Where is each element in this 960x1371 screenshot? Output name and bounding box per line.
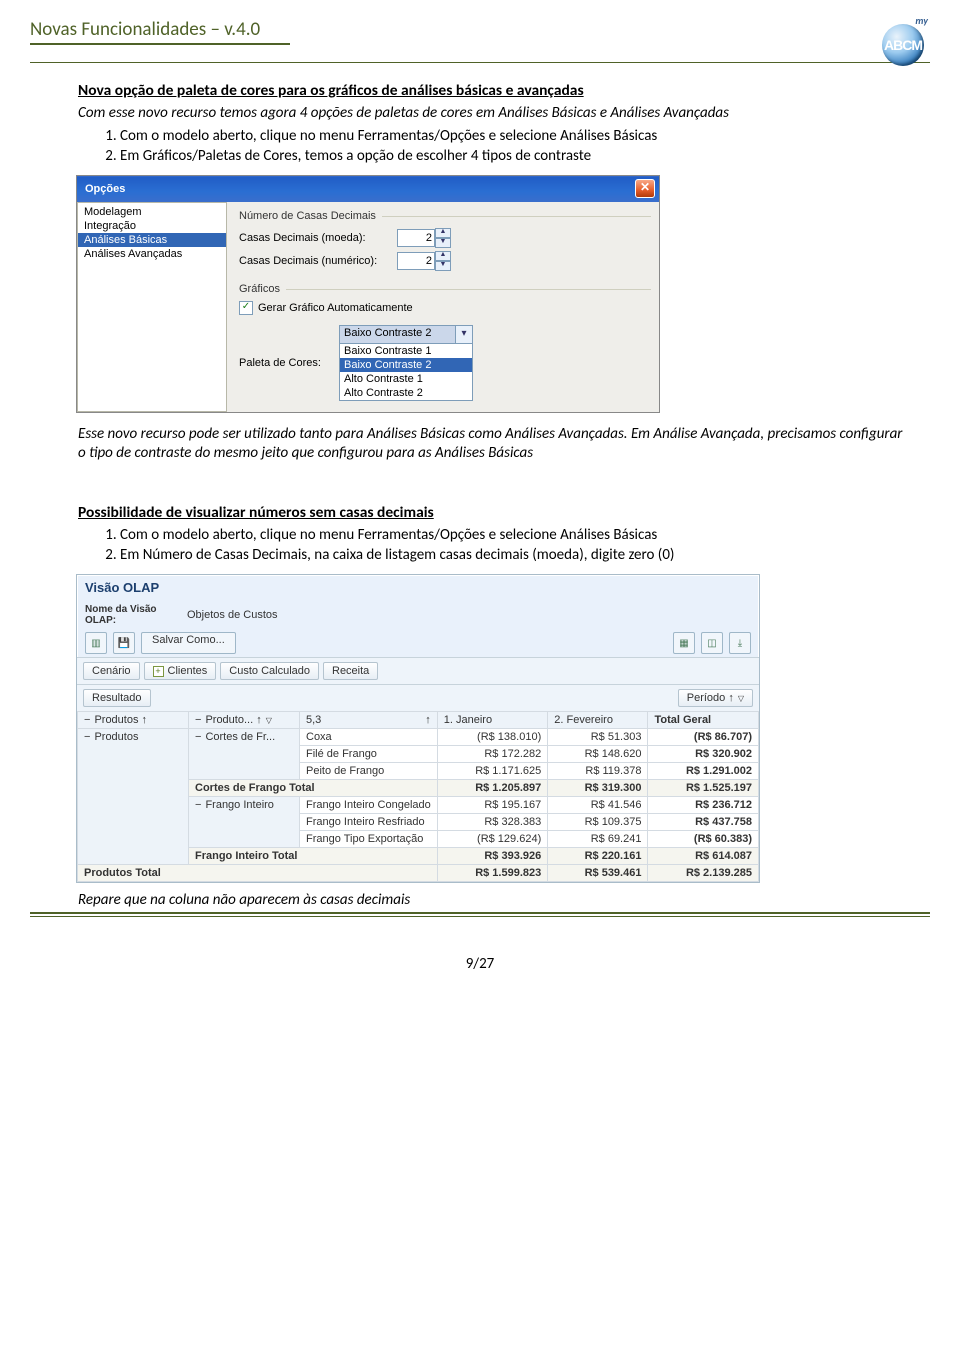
section1-intro: Com esse novo recurso temos agora 4 opçõ… xyxy=(78,104,904,123)
new-icon[interactable]: ▥ xyxy=(85,632,107,654)
window-title: Opções xyxy=(85,183,125,195)
chevron-down-icon[interactable]: ▾ xyxy=(455,326,472,343)
label-gerar-auto: Gerar Gráfico Automaticamente xyxy=(258,302,413,314)
export-icon[interactable]: ⤓ xyxy=(729,632,751,654)
olap-grid: −Produtos ↑ −Produto... ↑ ▽ 5,3 ↑ 1. Jan… xyxy=(77,711,759,882)
group-decimais: Número de Casas Decimais xyxy=(239,210,376,222)
chip-periodo[interactable]: Período ↑ ▽ xyxy=(678,689,753,707)
chip-resultado[interactable]: Resultado xyxy=(83,689,151,707)
opcoes-window: Opções ✕ Modelagem Integração Análises B… xyxy=(76,175,660,413)
combo-paleta[interactable]: Baixo Contraste 2 ▾ xyxy=(339,325,473,344)
sidebar-item-integracao[interactable]: Integração xyxy=(78,219,226,233)
chip-cenario[interactable]: Cenário xyxy=(83,662,140,680)
minus-icon[interactable]: − xyxy=(195,731,201,743)
section1-steps: Com o modelo aberto, clique no menu Ferr… xyxy=(78,127,904,166)
olap-name-label: Nome da Visão OLAP: xyxy=(85,604,187,626)
minus-icon[interactable]: − xyxy=(195,799,201,811)
opcoes-sidebar: Modelagem Integração Análises Básicas An… xyxy=(77,202,227,412)
checkbox-gerar-auto[interactable]: ✓ xyxy=(239,301,253,315)
olap-name-value: Objetos de Custos xyxy=(187,609,278,621)
chip-receita[interactable]: Receita xyxy=(323,662,378,680)
sidebar-item-modelagem[interactable]: Modelagem xyxy=(78,205,226,219)
section1-note: Esse novo recurso pode ser utilizado tan… xyxy=(78,425,904,463)
input-casas-moeda[interactable] xyxy=(397,229,435,247)
chip-clientes[interactable]: +Clientes xyxy=(144,662,217,680)
stepper-moeda[interactable]: ▲▼ xyxy=(435,228,451,248)
label-numerico: Casas Decimais (numérico): xyxy=(239,255,397,267)
stepper-numerico[interactable]: ▲▼ xyxy=(435,251,451,271)
minus-icon[interactable]: − xyxy=(84,714,90,726)
sidebar-item-analises-basicas[interactable]: Análises Básicas xyxy=(78,233,226,247)
section1-title: Nova opção de paleta de cores para os gr… xyxy=(78,81,904,100)
section2-title: Possibilidade de visualizar números sem … xyxy=(78,503,904,522)
save-as-button[interactable]: Salvar Como... xyxy=(141,632,236,654)
save-icon[interactable]: 💾 xyxy=(113,632,135,654)
minus-icon[interactable]: − xyxy=(84,731,90,743)
grid-icon[interactable]: ▦ xyxy=(673,632,695,654)
logo: my ABCM xyxy=(876,18,930,63)
input-casas-numerico[interactable] xyxy=(397,252,435,270)
section2-steps: Com o modelo aberto, clique no menu Ferr… xyxy=(78,526,904,565)
chart-icon[interactable]: ◫ xyxy=(701,632,723,654)
minus-icon[interactable]: − xyxy=(195,714,201,726)
group-graficos: Gráficos xyxy=(239,283,280,295)
page-footer: 9/27 xyxy=(0,923,960,987)
section2-note: Repare que na coluna não aparecem às cas… xyxy=(78,891,904,910)
label-paleta: Paleta de Cores: xyxy=(239,357,339,369)
plus-icon[interactable]: + xyxy=(153,666,164,677)
olap-title: Visão OLAP xyxy=(77,575,759,601)
sidebar-item-analises-avancadas[interactable]: Análises Avançadas xyxy=(78,247,226,261)
chip-custo[interactable]: Custo Calculado xyxy=(220,662,319,680)
olap-window: Visão OLAP Nome da Visão OLAP: Objetos d… xyxy=(76,574,760,883)
label-moeda: Casas Decimais (moeda): xyxy=(239,232,397,244)
combo-paleta-list[interactable]: Baixo Contraste 1 Baixo Contraste 2 Alto… xyxy=(339,343,473,401)
close-icon[interactable]: ✕ xyxy=(635,179,655,198)
page-header: Novas Funcionalidades – v.4.0 xyxy=(30,18,290,45)
